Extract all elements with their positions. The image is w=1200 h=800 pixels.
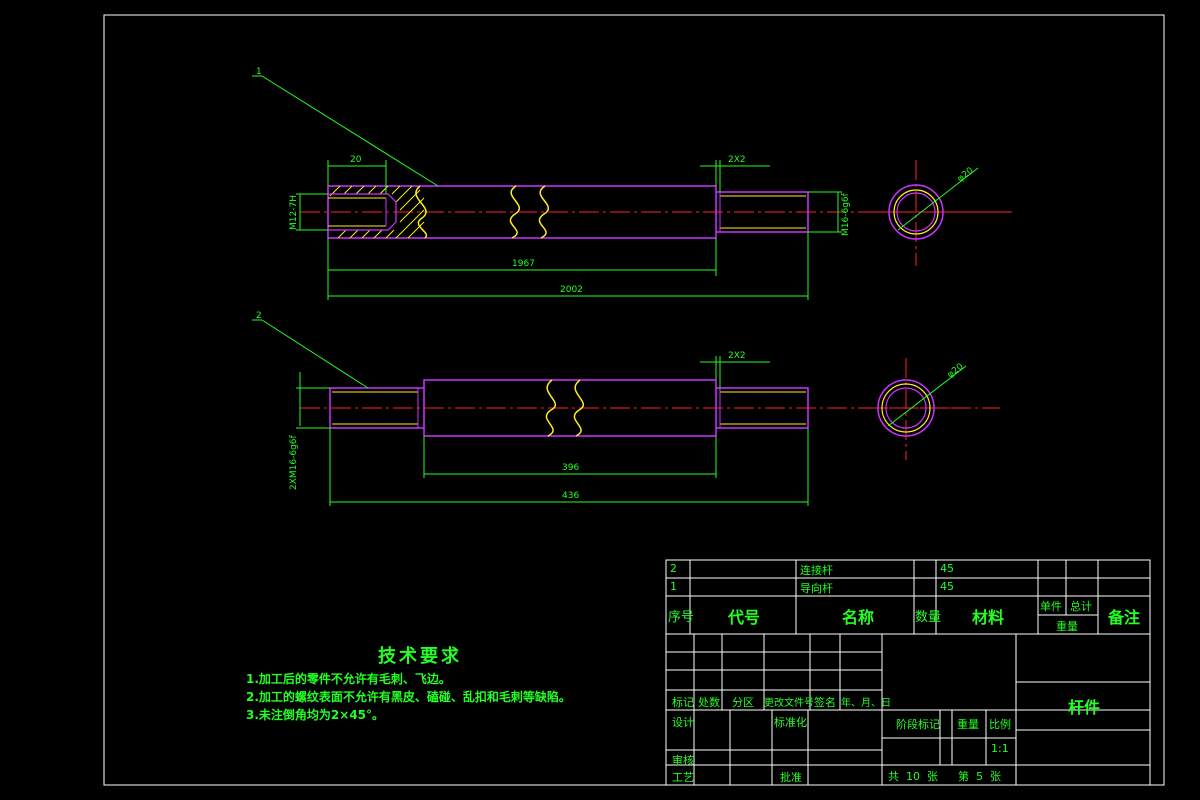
balloon-2: 2 xyxy=(256,311,262,321)
tb-label-approve: 批准 xyxy=(780,771,802,784)
part1-end-view xyxy=(870,160,1012,266)
tb-label-design: 设计 xyxy=(672,716,694,729)
tech-req-item-2: 2.加工的螺纹表面不允许有黑皮、磕碰、乱扣和毛刺等缺陷。 xyxy=(246,690,571,704)
tech-req-title: 技术要求 xyxy=(378,646,462,667)
tb-label-review: 审核 xyxy=(672,754,694,767)
tb-label-standard: 标准化 xyxy=(774,716,807,729)
tech-req-item-3: 3.未注倒角均为2×45°。 xyxy=(246,708,385,722)
dim-1967: 1967 xyxy=(512,259,535,269)
thread-right-1: M16-6g6f xyxy=(841,192,851,236)
thread-left-1: M12-7H xyxy=(289,195,299,230)
tb-label-weight: 重量 xyxy=(957,718,979,731)
bom-header-no: 序号 xyxy=(668,610,695,625)
tb-label-zone: 分区 xyxy=(732,696,754,709)
tb-part-name: 杆件 xyxy=(1068,698,1101,717)
dim-phi-2: φ20 xyxy=(946,362,966,381)
part-1-view xyxy=(252,75,1012,300)
title-block-grid xyxy=(665,559,1151,786)
tb-sheet-no: 第 5 张 xyxy=(958,770,1001,783)
drawing-canvas: 1 20 2X2 1967 2002 M12-7H M16-6g6f φ20 2… xyxy=(103,14,1165,786)
tb-label-count: 处数 xyxy=(698,696,720,709)
bom-row-1-name: 导向杆 xyxy=(800,582,833,595)
tb-label-mark: 标记 xyxy=(672,696,694,709)
bom-row-2-material: 45 xyxy=(940,562,954,575)
bom-row-2-no: 2 xyxy=(670,562,677,575)
dim-phi-1: φ20 xyxy=(956,166,976,185)
bom-header-weight: 重量 xyxy=(1056,620,1078,633)
dim-396: 396 xyxy=(562,463,579,473)
tb-label-process: 工艺 xyxy=(672,771,694,784)
tb-label-change-doc: 更改文件号 xyxy=(764,698,814,709)
dim-20: 20 xyxy=(350,155,362,165)
tb-sheets-total: 共 10 张 xyxy=(888,770,938,783)
bom-header-material: 材料 xyxy=(972,608,1005,627)
part-2-view xyxy=(252,319,1000,506)
bom-header-remark: 备注 xyxy=(1108,608,1141,627)
balloon-1: 1 xyxy=(256,67,262,77)
tech-req-item-1: 1.加工后的零件不允许有毛刺、飞边。 xyxy=(246,672,451,686)
bom-row-1-no: 1 xyxy=(670,580,677,593)
bom-header-code: 代号 xyxy=(728,608,761,627)
bom-row-1-material: 45 xyxy=(940,580,954,593)
bom-header-qty: 数量 xyxy=(915,610,942,625)
dim-chamfer-1: 2X2 xyxy=(728,155,746,165)
thread-2: 2XM16-6g6f xyxy=(289,434,299,490)
bom-header-unit: 单件 xyxy=(1040,600,1062,613)
tb-label-date: 年、月、日 xyxy=(841,698,891,709)
dim-2002: 2002 xyxy=(560,285,583,295)
tb-label-scale: 比例 xyxy=(989,718,1011,731)
bom-header-name: 名称 xyxy=(842,608,875,627)
dim-436: 436 xyxy=(562,491,579,501)
bom-row-2-name: 连接杆 xyxy=(800,564,833,577)
dim-chamfer-2: 2X2 xyxy=(728,351,746,361)
tb-label-sign: 签名 xyxy=(814,696,836,709)
tb-label-stage: 阶段标记 xyxy=(896,718,940,731)
tb-scale-value: 1:1 xyxy=(991,742,1009,755)
bom-header-total: 总计 xyxy=(1070,600,1092,613)
